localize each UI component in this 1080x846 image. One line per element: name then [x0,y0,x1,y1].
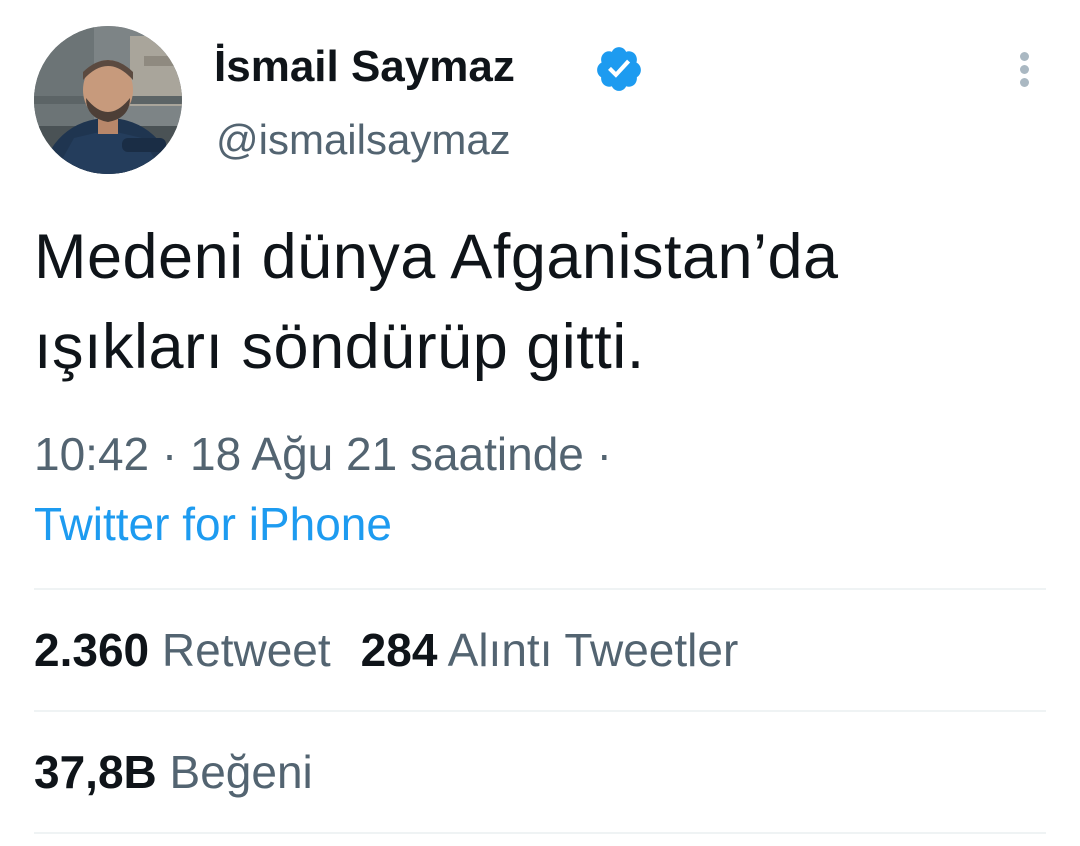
likes-count: 37,8B [34,746,157,798]
likes-stat[interactable]: 37,8B Beğeni [34,744,313,800]
tweet-text: Medeni dünya Afganistan’da ışıkları sönd… [34,212,1064,392]
tweet-text-line: ışıkları söndürüp gitti. [34,312,645,382]
likes-label: Beğeni [169,746,313,798]
retweets-count: 2.360 [34,624,150,676]
tweet-text-line: Medeni dünya Afganistan’da [34,222,839,292]
retweets-stat[interactable]: 2.360 Retweet [34,622,331,678]
author-name[interactable]: İsmail Saymaz [214,40,515,94]
more-vertical-icon [1020,52,1029,61]
more-vertical-icon-dot [1020,78,1029,87]
avatar[interactable] [34,26,182,174]
divider [34,588,1046,590]
divider [34,710,1046,712]
quotes-stat[interactable]: 284 Alıntı Tweetler [361,622,739,678]
more-vertical-icon-dot [1020,65,1029,74]
likes-row: 37,8B Beğeni [34,744,313,800]
retweets-label: Retweet [161,624,331,676]
more-options-button[interactable] [1008,50,1042,90]
verified-badge-icon [597,47,641,91]
divider [34,832,1046,834]
tweet-timestamp[interactable]: 10:42 · 18 Ağu 21 saatinde · [34,426,612,482]
quotes-label: Alıntı Tweetler [447,624,739,676]
tweet-source-link[interactable]: Twitter for iPhone [34,496,392,552]
author-handle[interactable]: @ismailsaymaz [216,114,511,166]
tweet-detail: İsmail Saymaz @ismailsaymaz Medeni dünya… [0,0,1080,846]
engagement-stats: 2.360 Retweet 284 Alıntı Tweetler [34,622,738,678]
quotes-count: 284 [360,624,438,676]
